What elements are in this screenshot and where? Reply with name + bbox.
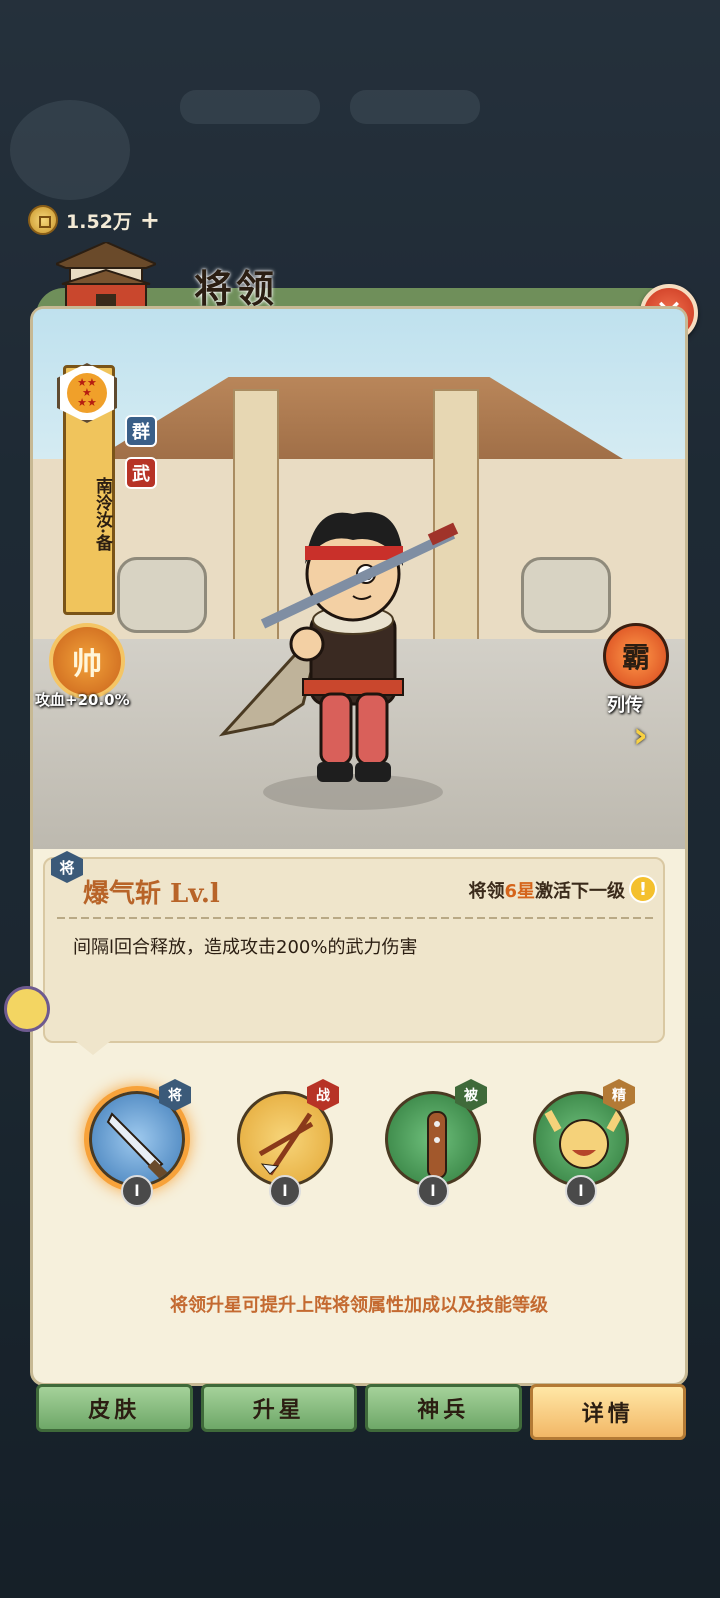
hero-scene: ★★ ★ ★★ 南泠汝·备 群 武 帅 攻血+20.0% 霸 列传 › bbox=[33, 309, 685, 849]
faction-badge: 群 bbox=[125, 415, 157, 447]
skill-level: l bbox=[565, 1175, 597, 1207]
stone-lion bbox=[521, 557, 611, 633]
card-tail bbox=[73, 1039, 113, 1055]
hero-character[interactable] bbox=[203, 474, 463, 814]
page-title: 将领 bbox=[194, 266, 279, 311]
skill-slot-4[interactable]: 精 l bbox=[533, 1079, 635, 1207]
tab-upgrade-star[interactable]: 升星 bbox=[200, 1384, 357, 1432]
currency-amount: 1.52万 bbox=[66, 210, 132, 233]
gate-icon bbox=[56, 242, 156, 316]
note-prefix: 将领 bbox=[468, 881, 505, 902]
commander-bonus: 攻血+20.0% bbox=[35, 691, 130, 709]
skill-title: 爆气斩 Lv.l bbox=[83, 879, 220, 909]
hero-name: 南泠汝·备 bbox=[92, 477, 112, 551]
commander-badge[interactable]: 帅 bbox=[49, 623, 125, 699]
tab-bar: 皮肤 升星 神兵 详情 bbox=[36, 1384, 686, 1440]
note-suffix: 激活下一级 bbox=[535, 881, 625, 902]
skill-level: l bbox=[269, 1175, 301, 1207]
background-bar bbox=[180, 90, 320, 124]
skill-unlock-note: 将领6星激活下一级 bbox=[468, 877, 625, 903]
currency-bar: 1.52万 + bbox=[28, 204, 160, 236]
chat-emoji-icon[interactable] bbox=[4, 986, 50, 1032]
note-highlight: 6星 bbox=[504, 881, 535, 902]
add-currency-button[interactable]: + bbox=[140, 206, 160, 234]
divider bbox=[57, 917, 655, 919]
general-panel: ★★ ★ ★★ 南泠汝·备 群 武 帅 攻血+20.0% 霸 列传 › 将 爆气斩 … bbox=[30, 306, 688, 1386]
background-bar bbox=[350, 90, 480, 124]
tab-skins[interactable]: 皮肤 bbox=[36, 1384, 193, 1432]
tab-divine-weapon[interactable]: 神兵 bbox=[365, 1384, 522, 1432]
tab-details[interactable]: 详情 bbox=[529, 1384, 686, 1440]
skill-type-tag: 将 bbox=[51, 851, 83, 883]
page-header: 将领 bbox=[36, 236, 686, 316]
skill-level: l bbox=[417, 1175, 449, 1207]
skill-slot-2[interactable]: 战 l bbox=[237, 1079, 339, 1207]
skill-slot-3[interactable]: 被 l bbox=[385, 1079, 487, 1207]
five-star-icon: ★★ ★ ★★ bbox=[67, 373, 107, 413]
skill-card: 将 爆气斩 Lv.l 将领6星激活下一级 ! 间隔l回合释放，造成攻击200%的… bbox=[43, 851, 665, 1043]
stone-lion bbox=[117, 557, 207, 633]
class-badge: 武 bbox=[125, 457, 157, 489]
background-avatar bbox=[10, 100, 130, 200]
upgrade-hint: 将领升星可提升上阵将领属性加成以及技能等级 bbox=[170, 1295, 548, 1316]
info-icon[interactable]: ! bbox=[629, 875, 657, 903]
skill-list: 将 l 战 l 被 l 精 l bbox=[73, 1079, 653, 1207]
biography-label[interactable]: 列传 bbox=[607, 691, 643, 717]
coin-icon bbox=[28, 205, 58, 235]
skill-description: 间隔l回合释放，造成攻击200%的武力伤害 bbox=[73, 937, 418, 958]
skill-level: l bbox=[121, 1175, 153, 1207]
skill-slot-1[interactable]: 将 l bbox=[89, 1079, 191, 1207]
chevron-right-icon[interactable]: › bbox=[633, 715, 673, 756]
biography-badge[interactable]: 霸 bbox=[603, 623, 669, 689]
